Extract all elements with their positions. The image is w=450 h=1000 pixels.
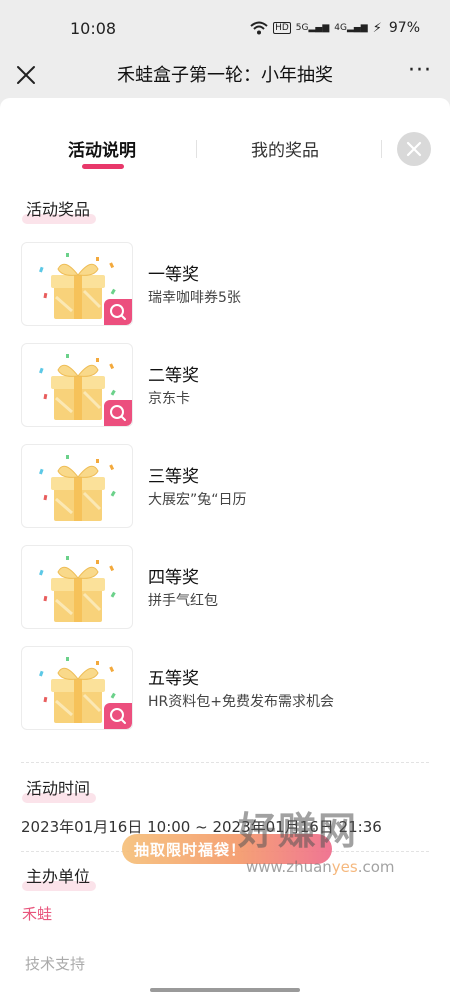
prize-item: 二等奖 京东卡 (21, 343, 441, 427)
site-watermark: 好赚网 www.zhuanyes.com (238, 800, 438, 890)
tab-activity-info[interactable]: 活动说明 (68, 136, 136, 161)
prize-image[interactable] (21, 545, 133, 629)
watermark-url: www.zhuanyes.com (246, 858, 395, 876)
status-icons: HD 5G▂▄▆ 4G▂▄▆ ⚡ 97% (250, 20, 420, 36)
organizer-section-title: 主办单位 (22, 863, 97, 891)
prize-name: 一等奖 (148, 265, 199, 285)
prize-item: 四等奖 拼手气红包 (21, 545, 441, 629)
zoom-preview-button[interactable] (104, 400, 132, 426)
prize-image[interactable] (21, 444, 133, 528)
watermark-logo-text: 好赚网 (238, 809, 359, 853)
page-title: 禾蛙盒子第一轮：小年抽奖 (117, 65, 333, 86)
time-section-title: 活动时间 (22, 775, 97, 803)
active-tab-indicator (82, 164, 124, 169)
home-indicator[interactable] (150, 988, 300, 992)
prize-description: 京东卡 (148, 391, 190, 407)
hd-badge: HD (273, 22, 291, 34)
search-icon (110, 304, 126, 320)
zoom-preview-button[interactable] (104, 703, 132, 729)
zoom-preview-button[interactable] (104, 299, 132, 325)
tech-support-label: 技术支持 (25, 955, 86, 973)
status-time: 10:08 (70, 19, 117, 38)
search-icon (110, 708, 126, 724)
battery-level: 97% (388, 20, 420, 36)
prize-description: HR资料包+免费发布需求机会 (148, 694, 334, 710)
close-icon (406, 141, 422, 157)
tab-divider (196, 140, 197, 158)
tab-divider (381, 140, 382, 158)
prize-description: 拼手气红包 (148, 593, 218, 609)
prize-description: 大展宏”兔“日历 (148, 492, 247, 508)
status-bar: 10:08 HD 5G▂▄▆ 4G▂▄▆ ⚡ 97% (0, 0, 450, 58)
gift-icon (39, 556, 116, 622)
prize-name: 二等奖 (148, 366, 199, 386)
net-4g-label: 4G (334, 23, 347, 33)
prize-name: 五等奖 (148, 669, 199, 689)
prize-item: 五等奖 HR资料包+免费发布需求机会 (21, 646, 441, 730)
net-5g-label: 5G (295, 23, 309, 33)
prize-item: 三等奖 大展宏”兔“日历 (21, 444, 441, 528)
signal-icon: 5G▂▄▆ (295, 23, 330, 33)
search-icon (110, 405, 126, 421)
prizes-section-title: 活动奖品 (22, 196, 97, 224)
prize-image[interactable] (21, 646, 133, 730)
organizer-link[interactable]: 禾蛙 (22, 903, 52, 924)
prize-image[interactable] (21, 343, 133, 427)
nav-bar: 禾蛙盒子第一轮：小年抽奖 ··· (0, 58, 450, 98)
wifi-icon (250, 21, 268, 35)
more-icon[interactable]: ··· (408, 58, 432, 83)
tab-bar: 活动说明 我的奖品 (0, 126, 450, 174)
charging-icon: ⚡ (372, 20, 382, 36)
prize-item: 一等奖 瑞幸咖啡券5张 (21, 242, 441, 326)
prize-name: 三等奖 (148, 467, 199, 487)
signal-icon-2: 4G▂▄▆ (334, 23, 368, 33)
tab-my-prizes[interactable]: 我的奖品 (251, 136, 319, 161)
gift-icon (39, 455, 116, 521)
prize-description: 瑞幸咖啡券5张 (148, 290, 241, 306)
divider (21, 762, 429, 763)
draw-banner-label: 抽取限时福袋！ (134, 841, 247, 859)
prize-name: 四等奖 (148, 568, 199, 588)
panel-close-button[interactable] (397, 132, 431, 166)
prize-image[interactable] (21, 242, 133, 326)
